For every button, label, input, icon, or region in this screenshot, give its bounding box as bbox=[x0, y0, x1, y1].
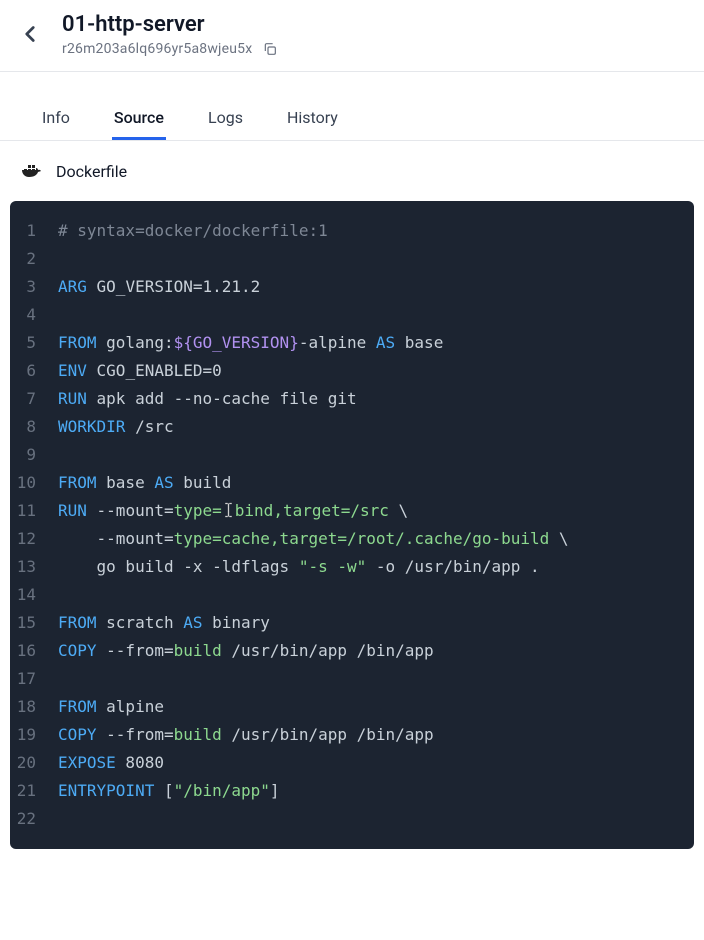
code-line: 5FROM golang:${GO_VERSION}-alpine AS bas… bbox=[10, 329, 694, 357]
code-content: FROM scratch AS binary bbox=[58, 609, 270, 637]
code-line: 7RUN apk add --no-cache file git bbox=[10, 385, 694, 413]
code-line: 21ENTRYPOINT ["/bin/app"] bbox=[10, 777, 694, 805]
text-cursor-icon bbox=[222, 501, 235, 519]
line-number: 2 bbox=[10, 245, 58, 273]
code-line: 4 bbox=[10, 301, 694, 329]
code-content: FROM golang:${GO_VERSION}-alpine AS base bbox=[58, 329, 443, 357]
code-line: 22 bbox=[10, 805, 694, 833]
line-number: 21 bbox=[10, 777, 58, 805]
code-line: 2 bbox=[10, 245, 694, 273]
copy-icon[interactable] bbox=[262, 41, 278, 57]
title-block: 01-http-server r26m203a6lq696yr5a8wjeu5x bbox=[62, 12, 684, 57]
line-number: 17 bbox=[10, 665, 58, 693]
back-button[interactable] bbox=[16, 20, 44, 48]
line-number: 6 bbox=[10, 357, 58, 385]
line-number: 7 bbox=[10, 385, 58, 413]
code-content: # syntax=docker/dockerfile:1 bbox=[58, 217, 328, 245]
code-line: 10FROM base AS build bbox=[10, 469, 694, 497]
line-number: 20 bbox=[10, 749, 58, 777]
code-content bbox=[58, 665, 68, 693]
subtitle-row: r26m203a6lq696yr5a8wjeu5x bbox=[62, 41, 684, 57]
code-content bbox=[58, 441, 68, 469]
line-number: 3 bbox=[10, 273, 58, 301]
code-content: EXPOSE 8080 bbox=[58, 749, 164, 777]
line-number: 18 bbox=[10, 693, 58, 721]
code-content: RUN --mount=type=bind,target=/src \ bbox=[58, 497, 408, 525]
chevron-left-icon bbox=[17, 21, 43, 47]
code-line: 3ARG GO_VERSION=1.21.2 bbox=[10, 273, 694, 301]
code-content: COPY --from=build /usr/bin/app /bin/app bbox=[58, 637, 434, 665]
tab-history[interactable]: History bbox=[285, 100, 340, 140]
code-content: FROM alpine bbox=[58, 693, 164, 721]
code-content bbox=[58, 245, 68, 273]
code-line: 16COPY --from=build /usr/bin/app /bin/ap… bbox=[10, 637, 694, 665]
code-content: WORKDIR /src bbox=[58, 413, 174, 441]
line-number: 16 bbox=[10, 637, 58, 665]
line-number: 5 bbox=[10, 329, 58, 357]
line-number: 10 bbox=[10, 469, 58, 497]
file-header: Dockerfile bbox=[0, 140, 704, 201]
code-content bbox=[58, 581, 68, 609]
code-content: RUN apk add --no-cache file git bbox=[58, 385, 357, 413]
build-id: r26m203a6lq696yr5a8wjeu5x bbox=[62, 41, 252, 57]
line-number: 9 bbox=[10, 441, 58, 469]
code-content bbox=[58, 301, 68, 329]
code-line: 18FROM alpine bbox=[10, 693, 694, 721]
line-number: 11 bbox=[10, 497, 58, 525]
code-line: 13 go build -x -ldflags "-s -w" -o /usr/… bbox=[10, 553, 694, 581]
code-content: COPY --from=build /usr/bin/app /bin/app bbox=[58, 721, 434, 749]
tab-source[interactable]: Source bbox=[112, 100, 166, 140]
line-number: 14 bbox=[10, 581, 58, 609]
code-line: 19COPY --from=build /usr/bin/app /bin/ap… bbox=[10, 721, 694, 749]
docker-icon bbox=[20, 159, 44, 183]
code-line: 20EXPOSE 8080 bbox=[10, 749, 694, 777]
code-editor[interactable]: 1# syntax=docker/dockerfile:12 3ARG GO_V… bbox=[10, 201, 694, 849]
line-number: 19 bbox=[10, 721, 58, 749]
page-title: 01-http-server bbox=[62, 12, 684, 37]
code-line: 9 bbox=[10, 441, 694, 469]
code-content: ENV CGO_ENABLED=0 bbox=[58, 357, 222, 385]
tab-bar: Info Source Logs History bbox=[0, 100, 704, 140]
code-content: go build -x -ldflags "-s -w" -o /usr/bin… bbox=[58, 553, 540, 581]
code-line: 12 --mount=type=cache,target=/root/.cach… bbox=[10, 525, 694, 553]
line-number: 1 bbox=[10, 217, 58, 245]
code-line: 15FROM scratch AS binary bbox=[10, 609, 694, 637]
line-number: 8 bbox=[10, 413, 58, 441]
line-number: 22 bbox=[10, 805, 58, 833]
line-number: 15 bbox=[10, 609, 58, 637]
page-header: 01-http-server r26m203a6lq696yr5a8wjeu5x bbox=[0, 0, 704, 72]
line-number: 13 bbox=[10, 553, 58, 581]
code-content: --mount=type=cache,target=/root/.cache/g… bbox=[58, 525, 569, 553]
code-line: 17 bbox=[10, 665, 694, 693]
code-content: FROM base AS build bbox=[58, 469, 231, 497]
file-name: Dockerfile bbox=[56, 162, 127, 181]
code-line: 6ENV CGO_ENABLED=0 bbox=[10, 357, 694, 385]
tab-logs[interactable]: Logs bbox=[206, 100, 245, 140]
code-line: 11RUN --mount=type=bind,target=/src \ bbox=[10, 497, 694, 525]
code-line: 1# syntax=docker/dockerfile:1 bbox=[10, 217, 694, 245]
line-number: 12 bbox=[10, 525, 58, 553]
tab-info[interactable]: Info bbox=[40, 100, 72, 140]
code-line: 14 bbox=[10, 581, 694, 609]
line-number: 4 bbox=[10, 301, 58, 329]
code-content: ARG GO_VERSION=1.21.2 bbox=[58, 273, 260, 301]
code-content bbox=[58, 805, 68, 833]
code-content: ENTRYPOINT ["/bin/app"] bbox=[58, 777, 280, 805]
code-line: 8WORKDIR /src bbox=[10, 413, 694, 441]
